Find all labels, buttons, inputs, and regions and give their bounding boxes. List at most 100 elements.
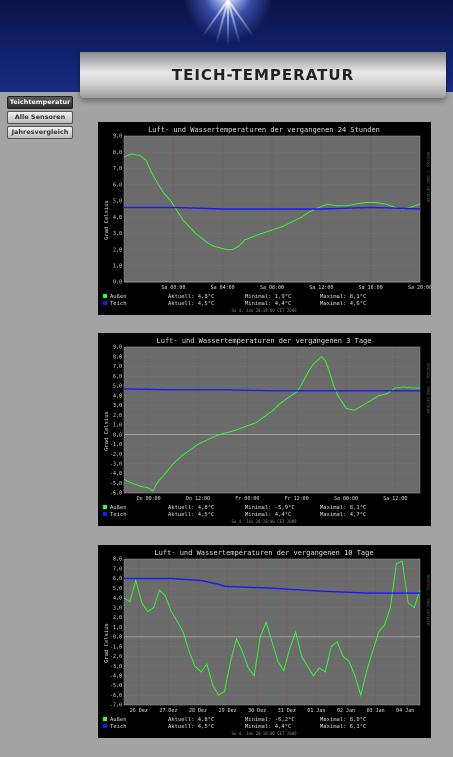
legend-maximal: Maximal: 8,0°C	[320, 717, 366, 723]
legend-swatch-air	[103, 717, 107, 721]
y-tick-label: -3,0	[110, 664, 122, 670]
page-title: TEICH-TEMPERATUR	[80, 52, 446, 98]
y-tick-label: 7,0	[113, 364, 122, 370]
y-tick-label: 7,0	[113, 166, 122, 172]
x-tick-label: 30 Dez	[248, 708, 266, 714]
legend-name: Außen	[110, 717, 127, 723]
y-tick-label: 6,0	[113, 374, 122, 380]
y-tick-label: 8,0	[113, 354, 122, 360]
y-tick-label: 8,0	[113, 150, 122, 156]
x-tick-label: Sa 16:00	[359, 285, 383, 291]
legend-name: Teich	[110, 724, 127, 730]
legend-aktuell: Aktuell: 4,8°C	[168, 505, 214, 511]
x-tick-label: Sa 12:00	[309, 285, 333, 291]
x-tick-label: 26 Dez	[130, 708, 148, 714]
x-tick-label: Sa 04:00	[211, 285, 235, 291]
chart-side-credit: RRDTOOL / TOBI OETIKER	[426, 575, 431, 626]
x-tick-label: Do 00:00	[137, 496, 161, 502]
legend-name: Außen	[110, 505, 127, 511]
legend-name: Außen	[110, 294, 127, 300]
legend-aktuell: Aktuell: 4,5°C	[168, 301, 214, 307]
legend-aktuell: Aktuell: 4,8°C	[168, 717, 214, 723]
x-tick-label: 28 Dez	[189, 708, 207, 714]
y-tick-label: -6,0	[110, 491, 122, 497]
legend-aktuell: Aktuell: 4,8°C	[168, 294, 214, 300]
legend-swatch-pond	[103, 512, 107, 516]
banner-light-ray	[200, 0, 229, 39]
y-tick-label: 5,0	[113, 199, 122, 205]
chart-svg: Luft- und Wassertemperaturen der vergang…	[103, 126, 431, 313]
y-tick-label: -1,0	[110, 442, 122, 448]
x-tick-label: Do 12:00	[186, 496, 210, 502]
legend-minimal: Minimal: 1,9°C	[245, 294, 291, 300]
legend-swatch-air	[103, 505, 107, 509]
y-tick-label: 9,0	[113, 345, 122, 351]
x-tick-label: Sa 00:00	[334, 496, 358, 502]
y-tick-label: 5,0	[113, 586, 122, 592]
y-axis-label: Grad Celsius	[104, 200, 110, 240]
x-tick-label: Sa 00:00	[161, 285, 185, 291]
x-tick-label: 29 Dez	[219, 708, 237, 714]
y-tick-label: 1,0	[113, 625, 122, 631]
legend-name: Teich	[110, 301, 127, 307]
sidebar-nav: Teichtemperatur Alle Sensoren Jahresverg…	[7, 96, 73, 141]
y-tick-label: -4,0	[110, 471, 122, 477]
y-tick-label: -5,0	[110, 481, 122, 487]
y-tick-label: 2,0	[113, 247, 122, 253]
y-tick-label: -3,0	[110, 462, 122, 468]
legend-maximal: Maximal: 4,7°C	[320, 512, 366, 518]
chart-3-days: Luft- und Wassertemperaturen der vergang…	[98, 333, 431, 526]
chart-side-credit: RRDTOOL / TOBI OETIKER	[426, 152, 431, 203]
x-tick-label: 31 Dez	[278, 708, 296, 714]
y-tick-label: 5,0	[113, 384, 122, 390]
y-tick-label: 4,0	[113, 215, 122, 221]
x-tick-label: Sa 20:00	[408, 285, 431, 291]
y-tick-label: 2,0	[113, 615, 122, 621]
legend-name: Teich	[110, 512, 127, 518]
y-tick-label: 4,0	[113, 596, 122, 602]
legend-swatch-air	[103, 294, 107, 298]
plot-area: -7,0 -6,0 -5,0 -4,0 -3,0 -2,0 -1,0 0,0 1,0 2,0 3,0…	[110, 557, 421, 714]
chart-side-credit: RRDTOOL / TOBI OETIKER	[426, 363, 431, 414]
plot-area: -6,0 -5,0 -4,0 -3,0 -2,0 -1,0 0,0 1,0 2,0 3,0 4,0 5…	[110, 345, 421, 502]
y-tick-label: 0,0	[113, 635, 122, 641]
legend-minimal: Minimal: 4,4°C	[245, 724, 291, 730]
nav-item-alle-sensoren[interactable]: Alle Sensoren	[7, 111, 73, 124]
plot-area: 0,0 1,0 2,0 3,0 4,0 5,0 6,0 7,0 8,0 9,0 Sa 00:00 Sa…	[113, 134, 431, 291]
chart-footer-timestamp: So 4. Jan 20:18:06 CET 2009	[231, 731, 297, 736]
plot-background	[124, 347, 420, 493]
y-tick-label: 4,0	[113, 393, 122, 399]
y-tick-label: 7,0	[113, 566, 122, 572]
legend-maximal: Maximal: 8,1°C	[320, 505, 366, 511]
chart-title: Luft- und Wassertemperaturen der vergang…	[154, 549, 373, 557]
legend-minimal: Minimal: -6,2°C	[245, 717, 295, 723]
x-tick-label: 04 Jan	[396, 708, 414, 714]
y-tick-label: -6,0	[110, 693, 122, 699]
legend-maximal: Maximal: 8,1°C	[320, 294, 366, 300]
chart-svg: Luft- und Wassertemperaturen der vergang…	[103, 337, 431, 524]
x-tick-label: Fr 12:00	[285, 496, 309, 502]
legend-swatch-pond	[103, 724, 107, 728]
chart-24-hours: Luft- und Wassertemperaturen der vergang…	[98, 122, 431, 315]
x-tick-label: Sa 08:00	[260, 285, 284, 291]
x-tick-label: 02 Jan	[337, 708, 355, 714]
chart-10-days: Luft- und Wassertemperaturen der vergang…	[98, 545, 431, 738]
nav-item-teichtemperatur[interactable]: Teichtemperatur	[7, 96, 73, 109]
y-tick-label: 6,0	[113, 182, 122, 188]
y-tick-label: 9,0	[113, 134, 122, 140]
chart-svg: Luft- und Wassertemperaturen der vergang…	[103, 549, 431, 736]
legend-minimal: Minimal: -5,9°C	[245, 505, 295, 511]
y-tick-label: -1,0	[110, 644, 122, 650]
x-tick-label: 03 Jan	[367, 708, 385, 714]
legend-maximal: Maximal: 4,6°C	[320, 301, 366, 307]
nav-item-jahresvergleich[interactable]: Jahresvergleich	[7, 126, 73, 139]
y-tick-label: -5,0	[110, 683, 122, 689]
chart-footer-timestamp: So 4. Jan 20:18:06 CET 2009	[231, 308, 297, 313]
y-tick-label: 6,0	[113, 576, 122, 582]
banner-light-ray	[227, 0, 229, 46]
x-tick-label: 01 Jan	[307, 708, 325, 714]
y-tick-label: 8,0	[113, 557, 122, 563]
y-tick-label: -7,0	[110, 703, 122, 709]
legend-swatch-pond	[103, 301, 107, 305]
y-tick-label: 3,0	[113, 403, 122, 409]
